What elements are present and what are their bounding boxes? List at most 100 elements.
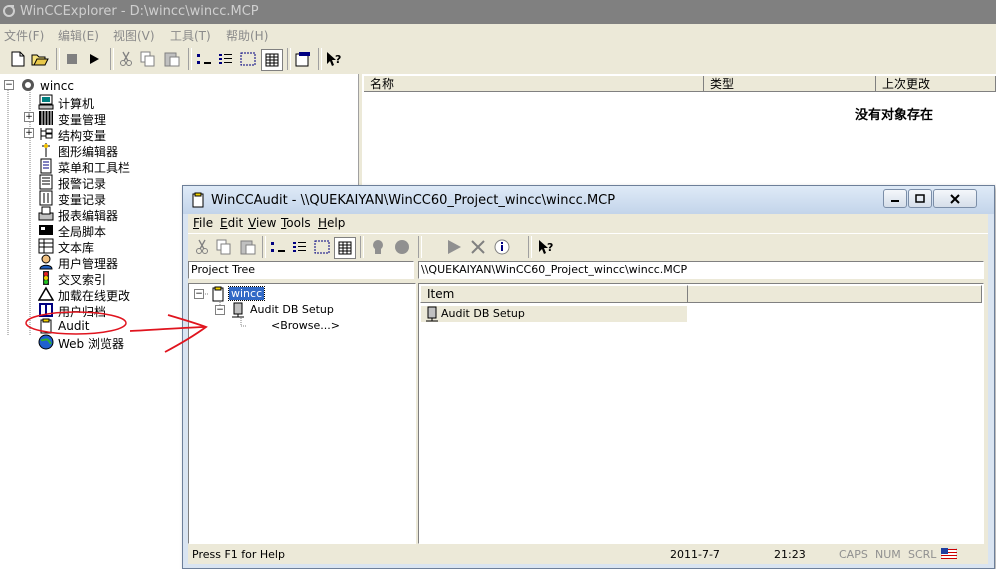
new-icon[interactable]	[8, 49, 28, 69]
status-time: 21:23	[774, 548, 806, 561]
title-bar: WinCCExplorer - D:\wincc\wincc.MCP	[0, 0, 996, 24]
status-caps: CAPS	[839, 548, 868, 561]
audit-user-icon[interactable]	[368, 237, 388, 257]
wincc-audit-window: WinCCAudit - \\QUEKAIYAN\WinCC60_Project…	[182, 185, 995, 569]
menu-file[interactable]: 文件(F)	[4, 27, 44, 44]
status-date: 2011-7-7	[670, 548, 720, 561]
graphics-designer-icon	[42, 143, 50, 157]
audit-menu-tools[interactable]: Tools	[281, 216, 311, 230]
wincc-app-icon	[3, 5, 15, 17]
tree-item-computer[interactable]: 计算机	[0, 94, 300, 111]
audit-small-icons-icon[interactable]	[268, 237, 288, 257]
audit-run-icon[interactable]	[444, 237, 464, 257]
status-help-text: Press F1 for Help	[192, 548, 285, 561]
audit-menu-view[interactable]: View	[248, 216, 276, 230]
svg-text:?: ?	[547, 241, 553, 254]
database-server-icon	[232, 302, 244, 318]
audit-app-icon	[192, 192, 204, 208]
text-library-icon	[38, 238, 54, 254]
audit-icon	[40, 318, 52, 334]
audit-list-icon[interactable]	[290, 237, 310, 257]
flag-icon	[941, 548, 957, 559]
audit-globe-icon[interactable]	[392, 237, 412, 257]
tag-management-icon	[39, 111, 53, 125]
audit-menu-file[interactable]: File	[193, 216, 213, 230]
computer-icon	[38, 94, 54, 110]
menu-bar: 文件(F) 编辑(E) 视图(V) 工具(T) 帮助(H)	[0, 24, 996, 44]
audit-grid-icon[interactable]	[334, 237, 356, 259]
stop-icon[interactable]	[62, 49, 82, 69]
audit-cut-icon[interactable]	[192, 237, 212, 257]
close-button[interactable]	[933, 189, 977, 208]
menu-help[interactable]: 帮助(H)	[226, 27, 268, 44]
tree-item-tag-management[interactable]: 变量管理	[0, 110, 300, 127]
toolbar: ?	[0, 44, 996, 75]
copy-icon[interactable]	[138, 49, 158, 69]
audit-list-row[interactable]: Audit DB Setup	[421, 306, 687, 322]
cut-icon[interactable]	[116, 49, 136, 69]
web-navigator-icon	[38, 334, 54, 350]
audit-menu-edit[interactable]: Edit	[220, 216, 243, 230]
audit-tree-db-setup[interactable]: Audit DB Setup	[250, 303, 334, 316]
run-icon[interactable]	[84, 49, 104, 69]
menu-edit[interactable]: 编辑(E)	[58, 27, 99, 44]
global-script-icon	[39, 225, 53, 235]
menu-view[interactable]: 视图(V)	[113, 27, 155, 44]
audit-menu-bar: File Edit View Tools Help	[188, 214, 988, 233]
audit-column-blank[interactable]	[688, 285, 982, 303]
user-archive-icon	[39, 303, 53, 317]
user-administrator-icon	[39, 254, 53, 270]
close-icon	[950, 193, 960, 204]
list-icon[interactable]	[216, 49, 236, 69]
window-title: WinCCExplorer - D:\wincc\wincc.MCP	[20, 4, 259, 19]
audit-body: Project Tree \\QUEKAIYAN\WinCC60_Project…	[188, 259, 988, 544]
paste-icon[interactable]	[162, 49, 182, 69]
details-icon[interactable]	[238, 49, 258, 69]
maximize-button[interactable]	[908, 189, 932, 208]
tree-item-graphics-designer[interactable]: 图形编辑器	[0, 142, 300, 159]
svg-text:?: ?	[335, 53, 341, 66]
audit-tree-root-label[interactable]: wincc	[227, 286, 266, 301]
audit-title-bar: WinCCAudit - \\QUEKAIYAN\WinCC60_Project…	[183, 186, 994, 214]
audit-window-title: WinCCAudit - \\QUEKAIYAN\WinCC60_Project…	[211, 193, 616, 208]
menu-tools[interactable]: 工具(T)	[170, 27, 211, 44]
audit-paste-icon[interactable]	[238, 237, 258, 257]
structure-icon	[40, 128, 53, 140]
audit-collapse-db-setup-button[interactable]: −	[215, 305, 225, 315]
audit-copy-icon[interactable]	[214, 237, 234, 257]
tree-item-structure[interactable]: 结构变量	[0, 126, 300, 143]
column-header-name[interactable]: 名称	[364, 76, 704, 92]
small-icons-icon[interactable]	[194, 49, 214, 69]
wincc-root-icon	[22, 79, 34, 91]
project-path-field: \\QUEKAIYAN\WinCC60_Project_wincc\wincc.…	[418, 261, 984, 279]
collapse-root-button[interactable]: −	[4, 80, 14, 90]
tree-item-menu-toolbar[interactable]: 菜单和工具栏	[0, 158, 300, 175]
audit-collapse-root-button[interactable]: −	[194, 289, 204, 299]
column-header-type[interactable]: 类型	[704, 76, 876, 92]
minimize-button[interactable]	[883, 189, 907, 208]
grid-icon[interactable]	[261, 49, 283, 71]
audit-info-icon[interactable]	[492, 237, 512, 257]
alarm-logging-icon	[39, 174, 53, 190]
status-scrl: SCRL	[908, 548, 937, 561]
tree-root-label[interactable]: wincc	[40, 79, 74, 93]
audit-menu-help[interactable]: Help	[318, 216, 345, 230]
database-server-icon	[426, 306, 438, 322]
audit-tree-browse[interactable]: <Browse...>	[271, 319, 340, 332]
project-tree-label: Project Tree	[188, 261, 414, 279]
minimize-icon	[891, 199, 899, 202]
tag-logging-icon	[39, 190, 53, 206]
audit-help-icon[interactable]: ?	[536, 237, 556, 257]
audit-column-item[interactable]: Item	[420, 285, 688, 303]
open-icon[interactable]	[30, 49, 50, 69]
audit-details-icon[interactable]	[312, 237, 332, 257]
properties-icon[interactable]	[293, 49, 313, 69]
help-icon[interactable]: ?	[324, 49, 344, 69]
empty-message: 没有对象存在	[855, 108, 934, 123]
audit-project-tree: − wincc − Audit DB Setup <Browse...>	[188, 283, 416, 544]
cross-reference-icon	[43, 271, 49, 285]
load-online-changes-icon	[38, 286, 54, 301]
menu-toolbar-icon	[40, 158, 52, 174]
column-header-last-change[interactable]: 上次更改	[876, 76, 996, 92]
audit-delete-icon[interactable]	[468, 237, 488, 257]
